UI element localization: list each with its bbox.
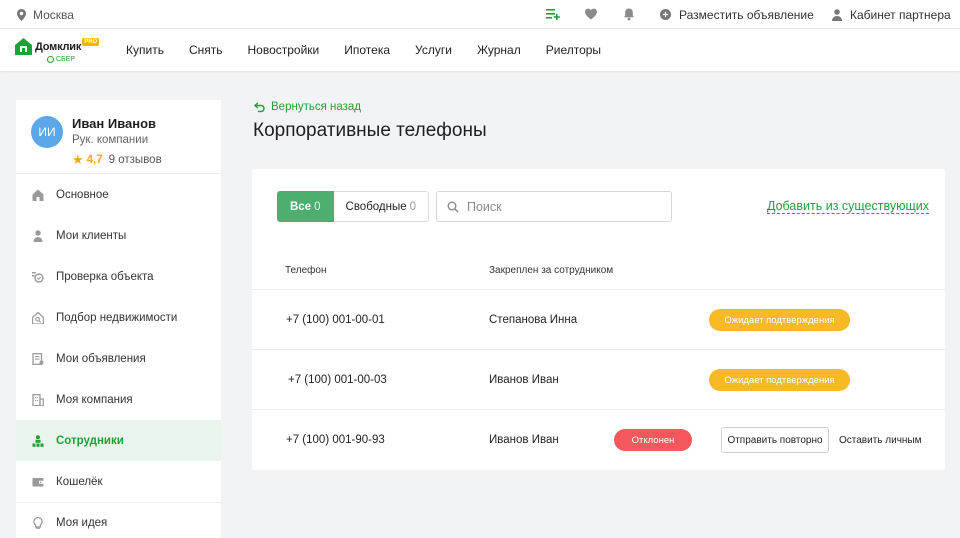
- table-row: +7 (100) 001-00-03 Иванов Иван Ожидает п…: [252, 349, 945, 409]
- idea-icon: [33, 517, 43, 529]
- nav-link-services[interactable]: Услуги: [415, 43, 452, 57]
- phone-number: +7 (100) 001-90-93: [286, 434, 385, 446]
- avatar: ИИ: [31, 116, 63, 148]
- nav-link-rent[interactable]: Снять: [189, 43, 223, 57]
- domclick-house-logo-icon: [15, 38, 32, 55]
- employee-name: Иванов Иван: [489, 434, 559, 446]
- add-from-existing-link[interactable]: Добавить из существующих: [767, 200, 929, 214]
- nav-link-buy[interactable]: Купить: [126, 43, 164, 57]
- employees-icon: [32, 434, 44, 447]
- sidebar-item-clients[interactable]: Мои клиенты: [16, 215, 221, 256]
- sidebar-item-my-listings[interactable]: Мои объявления: [16, 338, 221, 379]
- profile-card[interactable]: ИИ Иван Иванов Рук. компании ★ 4,7 9 отз…: [16, 100, 221, 174]
- sidebar-item-label: Основное: [56, 188, 109, 201]
- profile-role: Рук. компании: [72, 134, 149, 146]
- main-nav-bar: Домклик PRO СБЕР Купить Снять Новостройки…: [0, 29, 960, 71]
- sidebar-item-label: Моя компания: [56, 393, 133, 406]
- partner-cabinet-label: Кабинет партнера: [850, 7, 951, 22]
- logo-brand-text: Домклик: [35, 41, 82, 53]
- sidebar-item-label: Моя идея: [56, 517, 108, 529]
- logo-pro-badge: PRO: [82, 38, 100, 46]
- back-arrow-icon: [253, 102, 265, 113]
- back-link-label: Вернуться назад: [271, 101, 361, 113]
- sidebar-item-my-company[interactable]: Моя компания: [16, 379, 221, 420]
- sidebar-item-my-idea[interactable]: Моя идея: [16, 502, 221, 538]
- nav-links: Купить Снять Новостройки Ипотека Услуги …: [126, 29, 626, 71]
- employee-name: Степанова Инна: [489, 314, 578, 326]
- sidebar: ИИ Иван Иванов Рук. компании ★ 4,7 9 отз…: [16, 100, 221, 538]
- star-icon: ★: [72, 152, 84, 167]
- plus-circle-icon: [660, 9, 671, 20]
- filter-free-count: 0: [409, 200, 417, 213]
- phones-card: Все 0 Свободные 0 Добавить из существующ…: [252, 169, 945, 470]
- partner-cabinet-link[interactable]: Кабинет партнера: [832, 0, 951, 29]
- rating-value: 4,7: [86, 154, 103, 166]
- column-header-assigned: Закреплен за сотрудником: [489, 265, 614, 276]
- place-ad-button[interactable]: Разместить объявление: [660, 0, 814, 29]
- wallet-icon: [32, 477, 44, 486]
- sidebar-item-label: Подбор недвижимости: [56, 311, 178, 324]
- search-icon: [447, 201, 459, 213]
- filter-free-button[interactable]: Свободные 0: [333, 191, 430, 222]
- city-name: Москва: [33, 7, 74, 22]
- filter-all-button[interactable]: Все 0: [277, 191, 334, 222]
- house-search-icon: [32, 311, 44, 324]
- keep-personal-button[interactable]: Оставить личным: [839, 427, 922, 453]
- location-pin-icon: [17, 8, 26, 21]
- logo-sber-text: СБЕР: [56, 56, 75, 63]
- table-row: +7 (100) 001-00-01 Степанова Инна Ожидае…: [252, 289, 945, 349]
- home-icon: [32, 189, 44, 201]
- resend-button[interactable]: Отправить повторно: [721, 427, 829, 453]
- status-badge: Ожидает подтверждения: [709, 309, 850, 331]
- sidebar-item-object-check[interactable]: Проверка объекта: [16, 256, 221, 297]
- nav-link-mortgage[interactable]: Ипотека: [344, 43, 390, 57]
- filter-free-label: Свободные: [345, 200, 407, 213]
- sber-icon: [47, 56, 54, 63]
- filter-all-label: Все: [290, 200, 312, 213]
- sidebar-item-label: Кошелёк: [56, 475, 103, 488]
- reviews-count: 9 отзывов: [108, 154, 162, 166]
- employee-name: Иванов Иван: [489, 374, 559, 386]
- user-icon: [832, 8, 842, 21]
- page-title: Корпоративные телефоны: [253, 120, 487, 141]
- table-row: +7 (100) 001-90-93 Иванов Иван Отклонен …: [252, 409, 945, 469]
- column-header-phone: Телефон: [285, 265, 327, 276]
- phone-number: +7 (100) 001-00-03: [288, 374, 387, 386]
- sidebar-item-label: Сотрудники: [56, 434, 124, 447]
- status-badge: Отклонен: [614, 429, 692, 451]
- nav-link-new-buildings[interactable]: Новостройки: [248, 43, 320, 57]
- sidebar-item-label: Мои клиенты: [56, 229, 127, 242]
- city-selector[interactable]: Москва: [17, 0, 74, 29]
- nav-link-journal[interactable]: Журнал: [477, 43, 521, 57]
- phone-number: +7 (100) 001-00-01: [286, 314, 385, 326]
- add-list-icon[interactable]: [546, 7, 560, 21]
- building-icon: [32, 393, 44, 406]
- profile-rating[interactable]: ★ 4,7 9 отзывов: [72, 152, 162, 168]
- sidebar-item-property-search[interactable]: Подбор недвижимости: [16, 297, 221, 338]
- logo-sber: СБЕР: [47, 56, 99, 63]
- favorites-heart-icon[interactable]: [584, 7, 598, 21]
- filter-all-count: 0: [314, 200, 321, 213]
- nav-link-realtors[interactable]: Риелторы: [546, 43, 601, 57]
- notifications-bell-icon[interactable]: [622, 7, 636, 21]
- top-bar: Москва Разместить объявление Кабинет пар…: [0, 0, 960, 29]
- sidebar-item-wallet[interactable]: Кошелёк: [16, 461, 221, 502]
- listing-icon: [32, 352, 44, 365]
- sidebar-item-label: Проверка объекта: [56, 270, 154, 283]
- profile-name: Иван Иванов: [72, 116, 157, 131]
- place-ad-label: Разместить объявление: [679, 7, 814, 22]
- back-link[interactable]: Вернуться назад: [253, 101, 361, 113]
- sidebar-item-main[interactable]: Основное: [16, 174, 221, 215]
- search-input[interactable]: [467, 199, 647, 214]
- domclick-logo[interactable]: Домклик PRO СБЕР: [15, 38, 100, 63]
- filter-segment: Все 0 Свободные 0: [277, 191, 430, 222]
- person-icon: [33, 229, 43, 242]
- check-object-icon: [32, 271, 44, 283]
- sidebar-item-label: Мои объявления: [56, 352, 146, 365]
- status-badge: Ожидает подтверждения: [709, 369, 850, 391]
- sidebar-item-employees[interactable]: Сотрудники: [16, 420, 221, 461]
- search-box: [436, 191, 672, 222]
